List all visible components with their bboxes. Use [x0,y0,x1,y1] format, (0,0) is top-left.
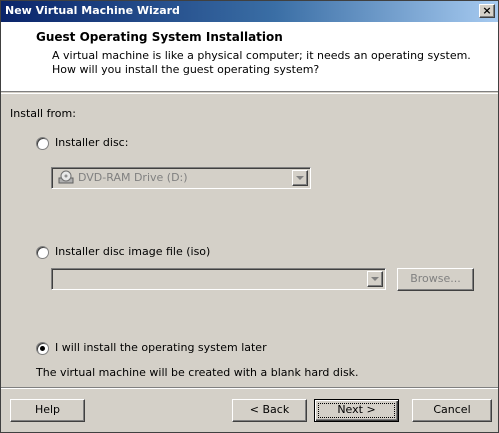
installer-iso-label[interactable]: Installer disc image file (iso) [55,245,210,258]
wizard-header: Guest Operating System Installation A vi… [1,22,498,92]
disc-drive-value: DVD-RAM Drive (D:) [78,171,188,184]
browse-button: Browse... [397,268,474,291]
window-title: New Virtual Machine Wizard [5,4,180,17]
close-button[interactable]: × [479,4,495,18]
radio-selected-dot [40,346,45,351]
back-button[interactable]: < Back [232,399,307,422]
installer-disc-label[interactable]: Installer disc: [55,136,128,149]
chevron-down-icon [371,277,379,281]
install-later-radio[interactable] [36,342,49,355]
wizard-window: New Virtual Machine Wizard × Guest Opera… [0,0,499,433]
disc-drive-select: DVD-RAM Drive (D:) [51,167,311,189]
install-later-note: The virtual machine will be created with… [36,366,359,379]
install-later-label[interactable]: I will install the operating system late… [55,341,267,354]
header-divider [1,93,498,94]
installer-iso-radio[interactable] [36,246,49,259]
title-bar[interactable]: New Virtual Machine Wizard × [1,1,498,22]
next-button[interactable]: Next > [314,399,399,422]
chevron-down-icon [296,176,304,180]
page-title: Guest Operating System Installation [36,30,283,44]
iso-path-combo [51,268,386,290]
disc-drive-dropdown-button [292,170,308,186]
footer-divider [1,387,498,389]
cd-drive-icon [58,170,74,184]
install-from-label: Install from: [10,107,76,120]
cancel-button[interactable]: Cancel [412,399,492,422]
help-button[interactable]: Help [10,399,85,422]
focus-rect [318,403,395,418]
page-description: A virtual machine is like a physical com… [52,49,471,76]
installer-disc-radio[interactable] [36,137,49,150]
iso-path-dropdown-button [367,271,383,287]
close-icon: × [482,4,492,17]
